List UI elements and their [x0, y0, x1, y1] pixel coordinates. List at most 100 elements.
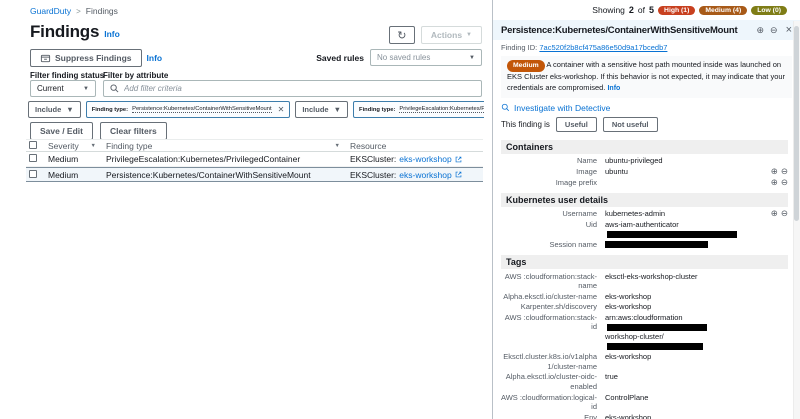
severity-cell: Medium [48, 170, 106, 180]
magnifier-plus-icon[interactable]: ⊕ [756, 26, 764, 35]
low-severity-badge[interactable]: Low (0) [751, 6, 787, 15]
table-row[interactable]: Medium PrivilegeEscalation:Kubernetes/Pr… [26, 152, 483, 167]
redacted-value [607, 324, 707, 331]
suppress-icon [40, 53, 51, 64]
column-severity[interactable]: Severity ▼ [48, 141, 106, 151]
detail-label: Name [501, 156, 597, 166]
suppress-findings-label: Suppress Findings [55, 53, 132, 63]
row-checkbox[interactable] [29, 170, 37, 178]
external-link-icon [455, 156, 462, 163]
table-header-row: Severity ▼ Finding type ▼ Resource [26, 139, 483, 152]
include-select-1-label: Include [35, 105, 61, 114]
finding-status-select[interactable]: Current ▼ [30, 80, 96, 97]
row-checkbox[interactable] [29, 154, 37, 162]
high-severity-badge[interactable]: High (1) [658, 6, 695, 15]
column-resource-label: Resource [350, 141, 386, 151]
actions-button[interactable]: Actions ▼ [421, 26, 482, 44]
saved-rules-select[interactable]: No saved rules ▼ [370, 49, 482, 66]
detail-label: AWS :cloudformation:logical-id [501, 393, 597, 412]
saved-rules: Saved rules No saved rules ▼ [316, 49, 482, 66]
chevron-down-icon: ▼ [466, 32, 472, 38]
filter-token-2[interactable]: Finding type: PrivilegeEscalation:Kubern… [353, 101, 484, 118]
page-title: Findings [30, 22, 99, 42]
detail-label: Image [501, 167, 597, 177]
magnifier-plus-icon[interactable]: ⊕ [771, 209, 778, 218]
detail-value: ControlPlane [605, 393, 760, 403]
resource-link[interactable]: eks-workshop [399, 154, 451, 164]
suppress-info-link[interactable]: Info [147, 53, 163, 63]
feedback-row: This finding is Useful Not useful [493, 115, 800, 135]
detail-scrollbar[interactable] [793, 21, 800, 419]
resource-cell: EKSCluster: eks-workshop [350, 154, 483, 164]
clear-filters-button[interactable]: Clear filters [100, 122, 167, 140]
close-icon[interactable]: × [786, 24, 792, 36]
finding-id-link[interactable]: 7ac520f2b8cf475a86e50d9a17bcedb7 [539, 43, 667, 52]
finding-id-row: Finding ID: 7ac520f2b8cf475a86e50d9a17bc… [493, 40, 800, 53]
detail-value: ubuntu-privileged [605, 156, 760, 166]
redacted-value [607, 231, 737, 238]
resource-cell: EKSCluster: eks-workshop [350, 170, 483, 180]
select-all-checkbox[interactable] [29, 141, 37, 149]
detail-value: eks-workshop [605, 292, 760, 302]
detail-row: Image prefix ⊕⊖ [501, 177, 788, 188]
magnifier-minus-icon[interactable]: ⊖ [781, 178, 788, 187]
include-select-1[interactable]: Include ▼ [28, 101, 81, 118]
sort-icon[interactable]: ▼ [91, 143, 96, 149]
page-info-link[interactable]: Info [104, 29, 120, 39]
chevron-down-icon: ▼ [334, 105, 341, 114]
magnifier-plus-icon[interactable]: ⊕ [771, 178, 778, 187]
finding-id-label: Finding ID: [501, 43, 537, 52]
detail-row: Karpenter.sh/discovery eks-workshop [501, 302, 788, 313]
include-select-2-label: Include [302, 105, 328, 114]
resource-type-label: EKSCluster: [350, 170, 396, 180]
save-edit-button[interactable]: Save / Edit [30, 122, 93, 140]
detail-label: Eksctl.cluster.k8s.io/v1alpha1/cluster-n… [501, 352, 597, 371]
finding-description: Medium A container with a sensitive host… [501, 56, 792, 98]
detail-label: Env [501, 413, 597, 419]
breadcrumb-guardduty-link[interactable]: GuardDuty [30, 6, 71, 16]
medium-severity-badge[interactable]: Medium (4) [699, 6, 747, 15]
detail-row: Session name [501, 239, 788, 250]
suppress-findings-button[interactable]: Suppress Findings [30, 49, 142, 67]
investigate-with-detective-link[interactable]: Investigate with Detective [514, 103, 610, 113]
resource-link[interactable]: eks-workshop [399, 170, 451, 180]
finding-type-cell: Persistence:Kubernetes/ContainerWithSens… [106, 170, 350, 180]
search-icon [110, 84, 119, 93]
dismiss-token-icon[interactable]: ✕ [278, 105, 285, 114]
filter-action-buttons: Save / Edit Clear filters [30, 122, 167, 140]
list-toolbar: ↻ Actions ▼ [389, 26, 482, 44]
finding-type-cell: PrivilegeEscalation:Kubernetes/Privilege… [106, 154, 350, 164]
detail-row: Name ubuntu-privileged [501, 156, 788, 167]
detail-label: AWS :cloudformation:stack-id [501, 313, 597, 332]
column-finding-type[interactable]: Finding type ▼ [106, 141, 350, 151]
column-resource[interactable]: Resource [350, 141, 483, 151]
severity-badge: Medium [507, 60, 545, 72]
table-row-selected[interactable]: Medium Persistence:Kubernetes/ContainerW… [26, 167, 483, 182]
filter-token-1[interactable]: Finding type: Persistence:Kubernetes/Con… [86, 101, 291, 118]
detail-title-band: Persistence:Kubernetes/ContainerWithSens… [493, 20, 800, 40]
showing-count: 2 [629, 5, 634, 15]
redacted-value [605, 241, 708, 248]
magnifier-plus-icon[interactable]: ⊕ [771, 167, 778, 176]
refresh-button[interactable]: ↻ [389, 26, 415, 44]
finding-status-value: Current [37, 84, 64, 93]
magnifier-minus-icon[interactable]: ⊖ [770, 26, 778, 35]
redacted-value [607, 343, 703, 350]
useful-button[interactable]: Useful [556, 117, 597, 132]
magnifier-minus-icon[interactable]: ⊖ [781, 209, 788, 218]
chevron-down-icon: ▼ [66, 105, 73, 114]
include-select-2[interactable]: Include ▼ [295, 101, 348, 118]
sort-icon[interactable]: ▼ [335, 143, 340, 149]
not-useful-button[interactable]: Not useful [603, 117, 658, 132]
filter-search-input[interactable] [124, 84, 475, 93]
detail-row: AWS :cloudformation:logical-id ControlPl… [501, 392, 788, 412]
actions-button-label: Actions [431, 30, 462, 40]
filter-search-box [103, 80, 482, 97]
detail-row: AWS :cloudformation:stack-id arn:aws:clo… [501, 312, 788, 351]
detail-scrollbar-thumb[interactable] [794, 26, 799, 221]
detail-row: Eksctl.cluster.k8s.io/v1alpha1/cluster-n… [501, 352, 788, 372]
magnifier-minus-icon[interactable]: ⊖ [781, 167, 788, 176]
saved-rules-label: Saved rules [316, 53, 364, 63]
filter-token-1-value: Persistence:Kubernetes/ContainerWithSens… [132, 106, 272, 113]
description-info-link[interactable]: Info [607, 85, 620, 92]
